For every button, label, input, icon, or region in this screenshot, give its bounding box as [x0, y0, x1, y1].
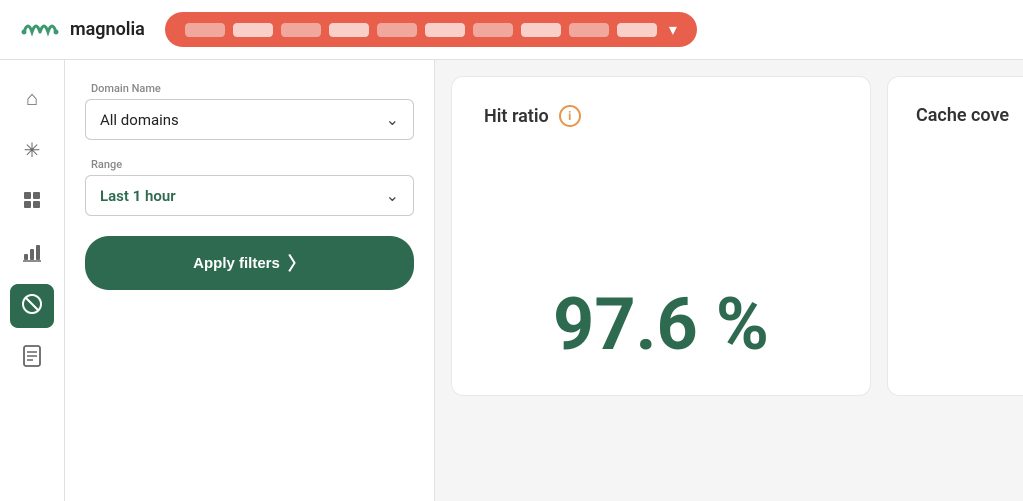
sidebar-item-grid[interactable]	[10, 180, 54, 224]
sidebar-item-chart[interactable]	[10, 232, 54, 276]
cache-coverage-title: Cache cove	[916, 105, 1018, 126]
sidebar-item-doc[interactable]	[10, 336, 54, 380]
domain-select[interactable]: All domains ⌄	[85, 99, 414, 140]
grid-icon	[22, 190, 42, 215]
main-content: Hit ratio i 97.6 % Cache cove	[435, 60, 1023, 501]
sidebar-item-home[interactable]: ⌂	[10, 76, 54, 120]
range-value: Last 1 hour	[100, 187, 176, 205]
nav-pill-item	[473, 23, 513, 37]
nav-pill-item	[617, 23, 657, 37]
logo-text: magnolia	[70, 19, 145, 40]
chart-icon	[22, 242, 42, 267]
asterisk-icon: ✳	[24, 138, 41, 162]
sidebar: ⌂ ✳	[0, 60, 65, 501]
doc-icon	[23, 345, 41, 372]
domain-chevron-icon: ⌄	[386, 110, 399, 129]
nav-pill-item	[281, 23, 321, 37]
hit-ratio-header: Hit ratio i	[484, 105, 838, 127]
nav-pill-item	[185, 23, 225, 37]
nav-pill[interactable]: ▾	[165, 12, 697, 47]
nav-pill-item	[233, 23, 273, 37]
block-icon	[21, 293, 43, 320]
range-suffix: hour	[141, 187, 175, 205]
cache-coverage-card: Cache cove	[887, 76, 1023, 396]
logo-icon	[20, 12, 62, 47]
hit-ratio-value: 97.6 %	[484, 282, 838, 367]
range-number: 1	[133, 187, 142, 205]
range-select[interactable]: Last 1 hour ⌄	[85, 175, 414, 216]
nav-pill-item	[425, 23, 465, 37]
home-icon: ⌂	[26, 86, 38, 111]
hit-ratio-info-icon[interactable]: i	[559, 105, 581, 127]
domain-value: All domains	[100, 111, 179, 129]
hit-ratio-card: Hit ratio i 97.6 %	[451, 76, 871, 396]
domain-filter-group: Domain Name All domains ⌄	[85, 80, 414, 140]
nav-pill-item	[569, 23, 609, 37]
sidebar-item-asterisk[interactable]: ✳	[10, 128, 54, 172]
navbar: magnolia ▾	[0, 0, 1023, 60]
apply-filters-label: Apply filters	[193, 255, 280, 272]
range-chevron-icon: ⌄	[386, 186, 399, 205]
logo: magnolia	[20, 12, 145, 47]
hit-ratio-title: Hit ratio	[484, 106, 549, 127]
range-prefix: Last	[100, 187, 133, 205]
chevron-down-icon: ▾	[669, 20, 677, 39]
nav-pill-item	[521, 23, 561, 37]
nav-pill-items	[185, 23, 657, 37]
nav-pill-item	[329, 23, 369, 37]
range-filter-group: Range Last 1 hour ⌄	[85, 156, 414, 216]
apply-filters-button[interactable]: Apply filters 〉	[85, 236, 414, 290]
nav-pill-item	[377, 23, 417, 37]
layout: ⌂ ✳	[0, 60, 1023, 501]
domain-label: Domain Name	[85, 80, 414, 95]
cursor-icon: 〉	[288, 250, 306, 276]
filter-panel: Domain Name All domains ⌄ Range Last 1 h…	[65, 60, 435, 501]
sidebar-item-block[interactable]	[10, 284, 54, 328]
range-label: Range	[85, 156, 414, 171]
